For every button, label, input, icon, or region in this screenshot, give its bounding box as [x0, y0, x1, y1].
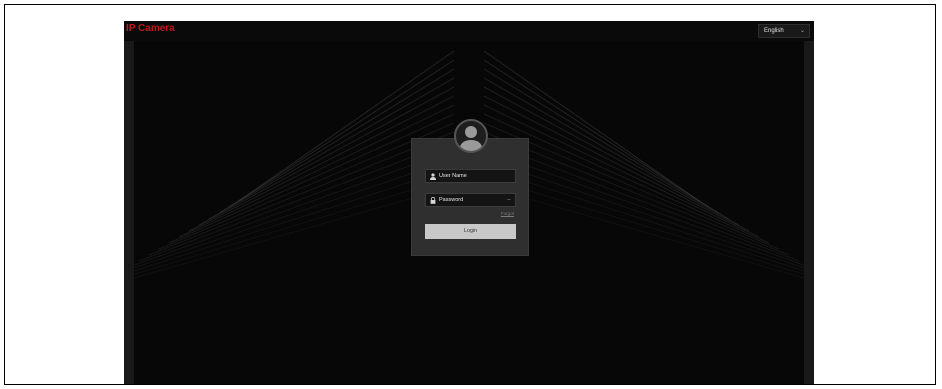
background-line	[128, 149, 455, 268]
language-select[interactable]: English ⌄	[758, 24, 810, 38]
browser-viewport: IP Camera English ⌄ User Name Password ⌣…	[4, 4, 936, 385]
background-line	[483, 131, 790, 256]
eye-icon[interactable]: ⌣	[507, 194, 511, 206]
avatar-icon	[454, 119, 488, 153]
top-bar: IP Camera English ⌄	[124, 21, 814, 41]
background-line	[158, 122, 455, 250]
camera-login-screen: IP Camera English ⌄ User Name Password ⌣…	[124, 21, 814, 384]
background-line	[124, 185, 455, 282]
background-line	[138, 140, 455, 262]
brand-logo: IP Camera	[126, 23, 175, 34]
chevron-down-icon: ⌄	[799, 28, 805, 34]
password-input[interactable]: Password	[439, 197, 463, 203]
background-line	[483, 149, 810, 268]
right-rail	[804, 41, 814, 384]
background-line	[148, 131, 455, 256]
user-icon	[430, 173, 436, 180]
password-field[interactable]: Password ⌣	[425, 193, 516, 207]
login-button[interactable]: Login	[425, 224, 516, 239]
lock-icon	[430, 197, 436, 204]
username-input[interactable]: User Name	[439, 173, 467, 179]
background-line	[483, 140, 800, 262]
language-value: English	[764, 28, 784, 34]
login-panel: User Name Password ⌣ Forgot Login	[411, 138, 529, 256]
left-rail	[124, 41, 134, 384]
username-field[interactable]: User Name	[425, 169, 516, 183]
background-line	[483, 185, 814, 282]
forgot-link[interactable]: Forgot	[501, 211, 514, 216]
